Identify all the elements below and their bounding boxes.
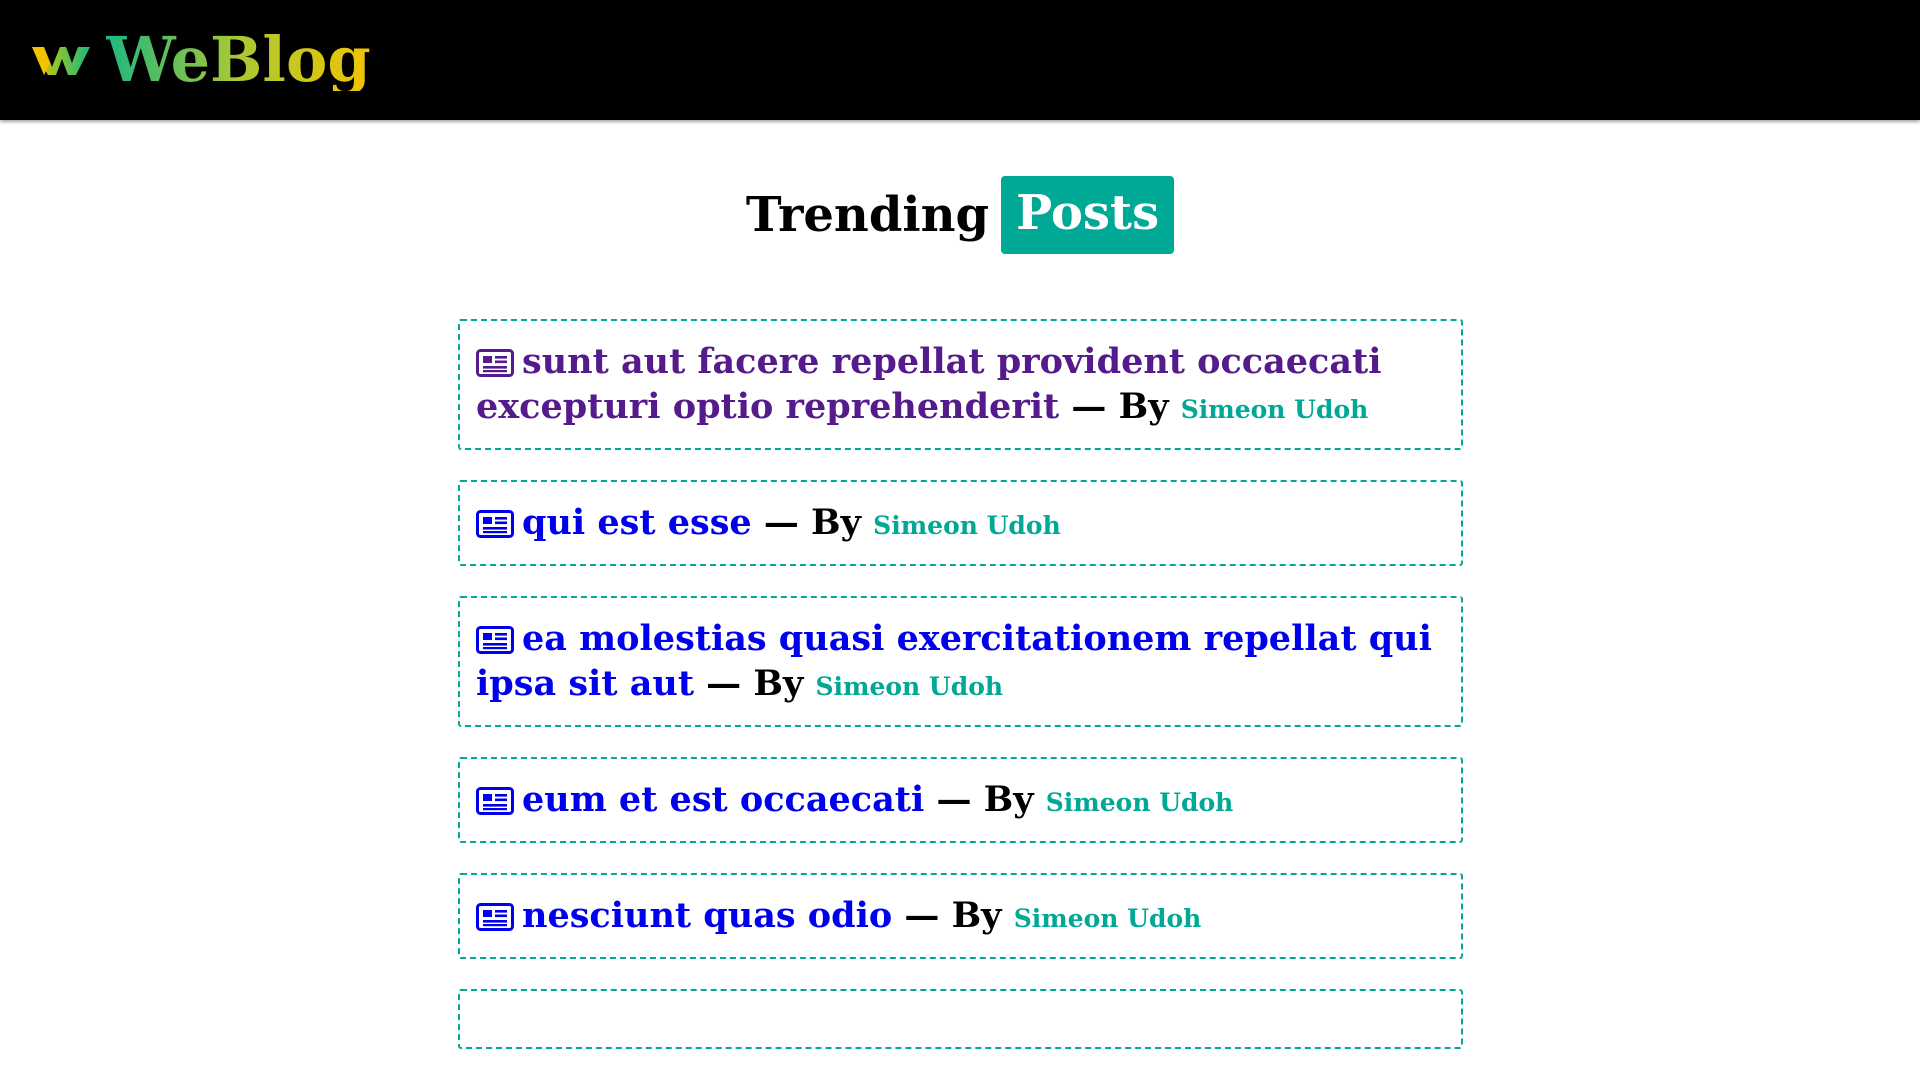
page-title: Trending Posts [0,172,1920,258]
post-author: Simeon Udoh [873,511,1061,540]
page-title-badge: Posts [1001,175,1175,255]
weblog-w-logo-icon [32,47,90,75]
post-link[interactable]: qui est esse [476,502,752,543]
post-byline: — By [706,663,804,704]
brand-name: WeBlog [106,23,371,96]
post-author: Simeon Udoh [1013,904,1202,933]
post-author: Simeon Udoh [1045,788,1234,817]
post-list: sunt aut facere repellat provident occae… [458,319,1463,1079]
post-author: Simeon Udoh [815,672,1004,701]
post-link[interactable]: nesciunt quas odio [476,895,892,936]
post-item: eum et est occaecati — By Simeon Udoh [458,757,1463,843]
post-item: sunt aut facere repellat provident occae… [458,319,1463,450]
post-byline: — By [763,502,861,543]
brand-link[interactable]: WeBlog [30,29,371,91]
newspaper-icon [476,626,514,654]
post-title: qui est esse [522,502,752,543]
post-item: qui est esse — By Simeon Udoh [458,480,1463,566]
post-title: nesciunt quas odio [522,895,893,936]
post-byline: — By [936,779,1034,820]
page-title-word: Trending [745,187,990,243]
post-item: ea molestias quasi exercitationem repell… [458,596,1463,727]
post-item-partial [458,989,1463,1049]
newspaper-icon [476,349,514,377]
post-byline: — By [904,895,1002,936]
post-title: eum et est occaecati [522,779,925,820]
post-author: Simeon Udoh [1180,395,1369,424]
newspaper-icon [476,903,514,931]
post-item: nesciunt quas odio — By Simeon Udoh [458,873,1463,959]
post-link[interactable]: eum et est occaecati [476,779,924,820]
post-byline: — By [1071,386,1169,427]
navbar: WeBlog [0,0,1920,120]
newspaper-icon [476,787,514,815]
newspaper-icon [476,510,514,538]
